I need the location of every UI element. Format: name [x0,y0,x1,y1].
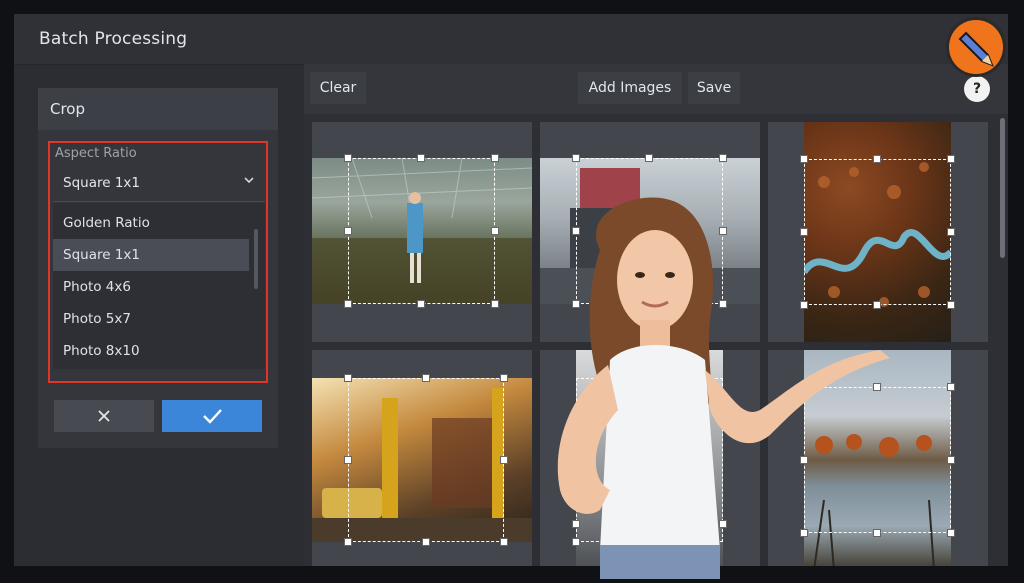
grid-scrollbar[interactable] [1000,118,1005,258]
option-label: Photo 5x7 [63,311,131,327]
aspect-ratio-options-list: Golden Ratio Square 1x1 Photo 4x6 Photo … [53,203,265,369]
crop-handle[interactable] [947,301,955,309]
confirm-button[interactable] [162,400,262,432]
option-photo-8x10[interactable]: Photo 8x10 [53,335,249,367]
crop-handle[interactable] [422,374,430,382]
aspect-ratio-select[interactable]: Square 1x1 [53,165,265,202]
cancel-button[interactable] [54,400,154,432]
crop-frame[interactable] [348,378,504,542]
crop-handle[interactable] [719,154,727,162]
help-button[interactable]: ? [964,76,990,102]
aspect-ratio-field: Aspect Ratio Square 1x1 Golden Ratio Squ… [48,141,268,383]
options-scrollbar[interactable] [254,229,258,289]
save-button[interactable]: Save [688,72,740,104]
crop-heading: Crop [50,100,86,118]
crop-handle[interactable] [344,227,352,235]
title-bar: Batch Processing [14,14,1008,65]
clear-button[interactable]: Clear [310,72,366,104]
crop-panel: Crop Aspect Ratio Square 1x1 Golden Rati… [38,88,278,448]
crop-handle[interactable] [344,374,352,382]
aspect-ratio-label: Aspect Ratio [55,146,137,161]
crop-handle[interactable] [645,154,653,162]
option-label: Square 1x1 [63,247,140,263]
crop-handle[interactable] [947,456,955,464]
crop-handle[interactable] [344,154,352,162]
x-icon [98,410,110,422]
crop-handle[interactable] [873,155,881,163]
window-title: Batch Processing [39,29,188,49]
crop-handle[interactable] [344,456,352,464]
crop-handle[interactable] [491,154,499,162]
crop-handle[interactable] [947,228,955,236]
app-logo [944,15,1008,79]
option-label: Photo 8x10 [63,343,140,359]
chevron-down-icon [243,174,255,189]
crop-handle[interactable] [344,300,352,308]
crop-handle[interactable] [344,538,352,546]
crop-handle[interactable] [947,383,955,391]
crop-handle[interactable] [800,155,808,163]
option-photo-4x6[interactable]: Photo 4x6 [53,271,249,303]
crop-handle[interactable] [572,154,580,162]
option-label: Photo 4x6 [63,279,131,295]
option-photo-5x7[interactable]: Photo 5x7 [53,303,249,335]
crop-handle[interactable] [417,154,425,162]
image-toolbar: Clear Add Images Save [304,64,1008,114]
crop-handle[interactable] [947,155,955,163]
add-images-button[interactable]: Add Images [578,72,682,104]
presenter-woman-image [490,190,910,579]
crop-panel-header[interactable]: Crop [38,88,278,130]
option-golden-ratio[interactable]: Golden Ratio [53,207,249,239]
option-label: Golden Ratio [63,215,150,231]
crop-handle[interactable] [422,538,430,546]
aspect-ratio-selected-value: Square 1x1 [63,175,140,191]
option-square-1x1[interactable]: Square 1x1 [53,239,249,271]
crop-frame[interactable] [348,158,495,304]
checkmark-icon [203,409,222,424]
crop-handle[interactable] [947,529,955,537]
crop-handle[interactable] [417,300,425,308]
